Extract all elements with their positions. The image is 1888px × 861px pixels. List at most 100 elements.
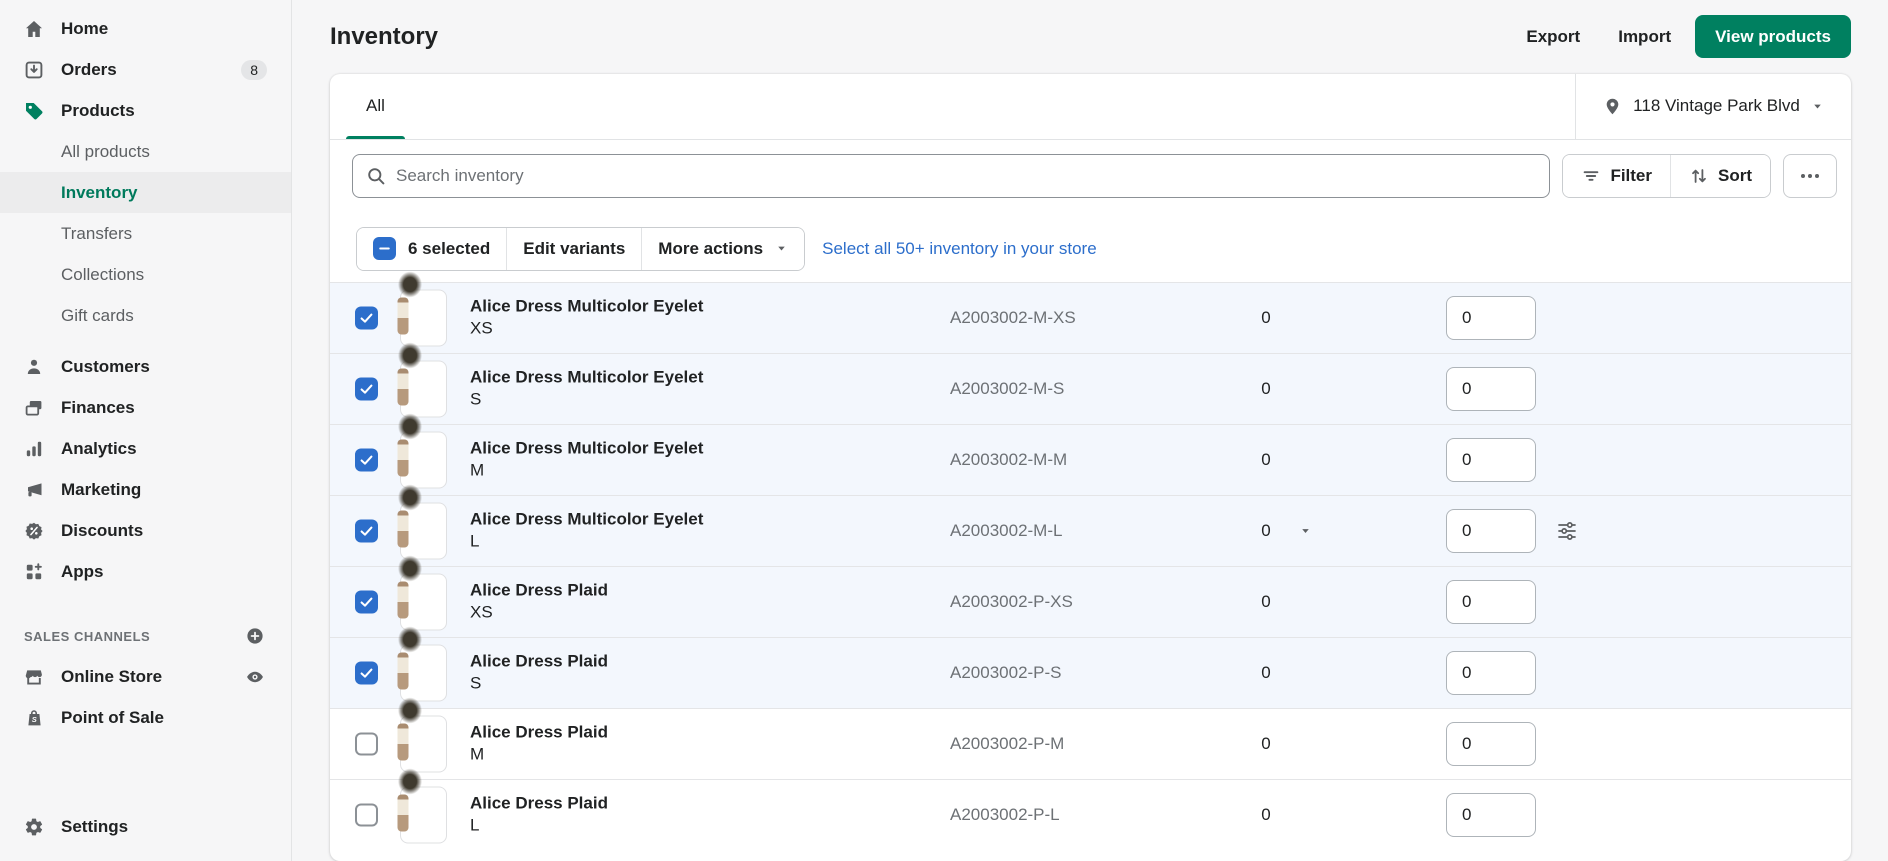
search-input[interactable] (396, 165, 1550, 186)
row-checkbox[interactable] (355, 661, 378, 685)
sort-button[interactable]: Sort (1670, 154, 1770, 197)
table-row: Alice Dress Multicolor Eyelet L A2003002… (330, 494, 1851, 566)
tabs-row: All 118 Vintage Park Blvd (330, 73, 1851, 140)
sidebar-item-label: Apps (61, 561, 104, 581)
product-thumbnail[interactable] (400, 502, 447, 560)
product-title-link[interactable]: Alice Dress Plaid (470, 792, 608, 814)
product-title-link[interactable]: Alice Dress Multicolor Eyelet (470, 508, 703, 530)
app-root: Home Orders 8 Products All products Inve… (0, 0, 1888, 861)
sidebar-subitem-inventory[interactable]: Inventory (0, 172, 291, 213)
table-row: Alice Dress Plaid S A2003002-P-S 0 (330, 636, 1851, 708)
available-quantity: 0 (1261, 307, 1271, 327)
on-hand-input[interactable] (1446, 792, 1536, 837)
product-thumbnail[interactable] (400, 431, 447, 489)
sidebar-item-customers[interactable]: Customers (0, 346, 291, 387)
product-title-link[interactable]: Alice Dress Multicolor Eyelet (470, 366, 703, 388)
edit-variants-label: Edit variants (523, 238, 626, 258)
marketing-icon (24, 480, 44, 500)
nav-gap (0, 336, 291, 346)
export-button[interactable]: Export (1526, 27, 1580, 47)
selected-count-label: 6 selected (408, 238, 491, 258)
sidebar-item-analytics[interactable]: Analytics (0, 428, 291, 469)
product-title-link[interactable]: Alice Dress Plaid (470, 579, 608, 601)
product-thumbnail[interactable] (400, 715, 447, 773)
row-checkbox[interactable] (355, 732, 378, 756)
sidebar-item-settings[interactable]: Settings (0, 806, 291, 847)
location-pin-icon (1603, 97, 1622, 116)
on-hand-input[interactable] (1446, 579, 1536, 624)
product-cell: Alice Dress Multicolor Eyelet M (470, 437, 703, 482)
more-actions-button[interactable]: More actions (641, 227, 805, 270)
tab-all[interactable]: All (346, 74, 405, 139)
product-cell: Alice Dress Plaid S (470, 650, 608, 695)
on-hand-input[interactable] (1446, 437, 1536, 482)
row-checkbox[interactable] (355, 519, 378, 543)
adjust-quantity-icon[interactable] (1556, 520, 1578, 542)
inventory-rows: Alice Dress Multicolor Eyelet XS A200300… (330, 281, 1851, 850)
select-all-link[interactable]: Select all 50+ inventory in your store (822, 239, 1097, 259)
indeterminate-checkbox[interactable] (373, 237, 396, 261)
sidebar: Home Orders 8 Products All products Inve… (0, 0, 292, 861)
sidebar-item-marketing[interactable]: Marketing (0, 469, 291, 510)
product-title-link[interactable]: Alice Dress Multicolor Eyelet (470, 295, 703, 317)
selection-bar: 6 selected Edit variants More actions Se… (330, 212, 1851, 282)
sidebar-item-point-of-sale[interactable]: S Point of Sale (0, 697, 291, 738)
row-checkbox[interactable] (355, 803, 378, 827)
available-quantity: 0 (1261, 733, 1271, 753)
sidebar-subitem-gift-cards[interactable]: Gift cards (0, 295, 291, 336)
row-checkbox[interactable] (355, 448, 378, 472)
on-hand-input[interactable] (1446, 721, 1536, 766)
horizontal-dots-icon (1801, 173, 1805, 178)
import-button[interactable]: Import (1618, 27, 1671, 47)
products-icon (24, 101, 44, 121)
caret-down-icon (1811, 100, 1824, 113)
pos-bag-icon: S (24, 708, 44, 728)
product-thumbnail[interactable] (400, 360, 447, 418)
product-title-link[interactable]: Alice Dress Multicolor Eyelet (470, 437, 703, 459)
table-row: Alice Dress Plaid M A2003002-P-M 0 (330, 707, 1851, 779)
sidebar-subitem-transfers[interactable]: Transfers (0, 213, 291, 254)
view-products-button[interactable]: View products (1695, 15, 1851, 59)
on-hand-input[interactable] (1446, 295, 1536, 340)
on-hand-input[interactable] (1446, 366, 1536, 411)
on-hand-input[interactable] (1446, 508, 1536, 553)
sidebar-item-discounts[interactable]: Discounts (0, 510, 291, 551)
sidebar-item-apps[interactable]: Apps (0, 551, 291, 592)
add-sales-channel-button[interactable] (245, 626, 265, 646)
selected-count-button[interactable]: 6 selected (357, 227, 507, 270)
filter-button[interactable]: Filter (1563, 154, 1670, 197)
sidebar-item-online-store[interactable]: Online Store (0, 656, 291, 697)
sidebar-item-products[interactable]: Products (0, 90, 291, 131)
on-hand-input[interactable] (1446, 650, 1536, 695)
eye-icon[interactable] (245, 667, 265, 687)
sidebar-item-label: Discounts (61, 520, 144, 540)
sidebar-item-label: Point of Sale (61, 707, 164, 727)
product-cell: Alice Dress Multicolor Eyelet S (470, 366, 703, 411)
edit-variants-button[interactable]: Edit variants (506, 227, 642, 270)
row-checkbox[interactable] (355, 306, 378, 330)
sidebar-subitem-all-products[interactable]: All products (0, 131, 291, 172)
row-checkbox[interactable] (355, 377, 378, 401)
sidebar-nav: Home Orders 8 Products All products Inve… (0, 8, 291, 738)
available-quantity: 0 (1261, 804, 1271, 824)
sku-value: A2003002-P-S (950, 662, 1062, 682)
quantity-caret-down-icon[interactable] (1299, 524, 1312, 537)
product-title-link[interactable]: Alice Dress Plaid (470, 650, 608, 672)
sort-label: Sort (1718, 165, 1752, 185)
location-selector[interactable]: 118 Vintage Park Blvd (1575, 73, 1851, 139)
sidebar-item-finances[interactable]: Finances (0, 387, 291, 428)
row-checkbox[interactable] (355, 590, 378, 614)
sidebar-item-home[interactable]: Home (0, 8, 291, 49)
product-title-link[interactable]: Alice Dress Plaid (470, 721, 608, 743)
table-row: Alice Dress Plaid L A2003002-P-L 0 (330, 778, 1851, 850)
product-thumbnail[interactable] (400, 573, 447, 631)
table-row: Alice Dress Multicolor Eyelet M A2003002… (330, 423, 1851, 495)
product-thumbnail[interactable] (400, 644, 447, 702)
product-thumbnail[interactable] (400, 289, 447, 347)
more-options-button[interactable] (1783, 153, 1837, 198)
sidebar-subitem-collections[interactable]: Collections (0, 254, 291, 295)
product-cell: Alice Dress Plaid XS (470, 579, 608, 624)
product-thumbnail[interactable] (400, 786, 447, 844)
gear-icon (24, 817, 44, 837)
sidebar-item-orders[interactable]: Orders 8 (0, 49, 291, 90)
